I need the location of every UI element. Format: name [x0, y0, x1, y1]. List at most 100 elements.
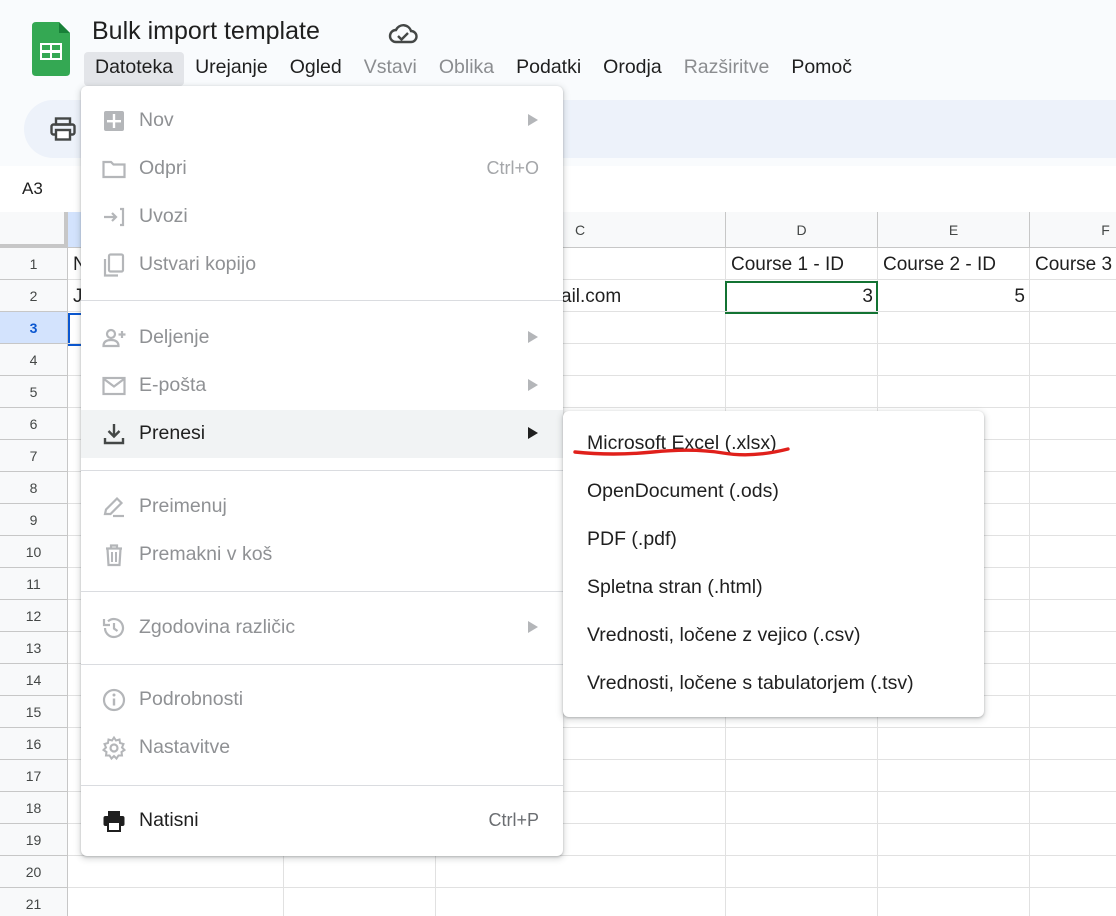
sheets-logo-icon[interactable] [32, 22, 70, 76]
cell-f1[interactable]: Course 3 [1035, 249, 1116, 281]
row-header[interactable]: 5 [0, 376, 68, 408]
cell-e2[interactable]: 5 [882, 281, 1025, 313]
name-box[interactable]: A3 [22, 179, 43, 199]
menu-item-label: Nov [139, 109, 174, 131]
menu-item-rename[interactable]: Preimenuj [81, 483, 563, 531]
menu-urejanje[interactable]: Urejanje [184, 52, 279, 86]
row-header[interactable]: 3 [0, 312, 68, 344]
menu-podatki[interactable]: Podatki [505, 52, 592, 86]
annotation-underline [573, 447, 790, 457]
selected-cell-a3[interactable] [68, 313, 82, 346]
menu-vstavi[interactable]: Vstavi [353, 52, 428, 86]
menu-bar: Datoteka Urejanje Ogled Vstavi Oblika Podatki… [84, 52, 863, 86]
gear-icon [101, 735, 127, 761]
row-header[interactable]: 16 [0, 728, 68, 760]
row-divider [68, 887, 1116, 888]
download-option-label: Vrednosti, ločene s tabulatorjem (.tsv) [587, 672, 914, 694]
row-header[interactable]: 1 [0, 248, 68, 280]
row-header[interactable]: 17 [0, 760, 68, 792]
cell-e1[interactable]: Course 2 - ID [883, 249, 1027, 281]
menu-item-label: Uvozi [139, 205, 188, 227]
new-sheet-icon [104, 111, 124, 131]
download-option-label: OpenDocument (.ods) [587, 480, 779, 502]
menu-separator [81, 664, 563, 665]
row-header[interactable]: 11 [0, 568, 68, 600]
folder-icon [102, 160, 126, 179]
menu-item-label: Prenesi [139, 422, 206, 444]
row-header[interactable]: 2 [0, 280, 68, 312]
menu-item-new[interactable]: Nov [81, 97, 563, 145]
column-header-f[interactable]: F [1030, 212, 1116, 248]
row-header[interactable]: 4 [0, 344, 68, 376]
menu-item-label: Podrobnosti [139, 688, 244, 710]
print-icon [103, 811, 125, 832]
menu-item-version-history[interactable]: Zgodovina različic [81, 604, 563, 652]
row-header[interactable]: 18 [0, 792, 68, 824]
download-option[interactable]: Vrednosti, ločene z vejico (.csv) [563, 603, 984, 651]
shortcut-label: Ctrl+O [486, 158, 539, 178]
row-header[interactable]: 8 [0, 472, 68, 504]
download-option[interactable]: OpenDocument (.ods) [563, 459, 984, 507]
cell-d1[interactable]: Course 1 - ID [731, 249, 875, 281]
email-icon [102, 376, 126, 396]
menu-item-download[interactable]: Prenesi [81, 410, 563, 458]
submenu-arrow-icon [528, 379, 538, 391]
menu-item-details[interactable]: Podrobnosti [81, 676, 563, 724]
download-option[interactable]: PDF (.pdf) [563, 507, 984, 555]
row-header[interactable]: 14 [0, 664, 68, 696]
history-icon [102, 617, 125, 639]
menu-item-import[interactable]: Uvozi [81, 193, 563, 241]
column-header-d[interactable]: D [726, 212, 878, 248]
menu-item-label: E-pošta [139, 374, 207, 396]
menu-separator [81, 785, 563, 786]
download-option-label: Vrednosti, ločene z vejico (.csv) [587, 624, 861, 646]
print-icon[interactable] [50, 117, 76, 141]
document-title[interactable]: Bulk import template [92, 17, 320, 46]
column-header-a[interactable] [68, 212, 82, 248]
menu-orodja[interactable]: Orodja [592, 52, 673, 86]
row-header[interactable]: 19 [0, 824, 68, 856]
menu-ogled[interactable]: Ogled [279, 52, 353, 86]
menu-item-label: Odpri [139, 157, 187, 179]
row-header[interactable]: 9 [0, 504, 68, 536]
column-header-e[interactable]: E [878, 212, 1030, 248]
menu-item-label: Ustvari kopijo [139, 253, 257, 275]
cloud-saved-icon[interactable] [388, 21, 418, 47]
menu-oblika[interactable]: Oblika [428, 52, 505, 86]
cell-c2[interactable]: ail.com [561, 281, 721, 313]
row-header[interactable]: 12 [0, 600, 68, 632]
row-header[interactable]: 13 [0, 632, 68, 664]
row-header[interactable]: 7 [0, 440, 68, 472]
trash-icon [106, 544, 122, 567]
menu-item-label: Preimenuj [139, 495, 227, 517]
row-header[interactable]: 10 [0, 536, 68, 568]
rename-icon [103, 496, 124, 518]
menu-datoteka[interactable]: Datoteka [84, 52, 185, 86]
share-icon [102, 328, 126, 348]
menu-item-open[interactable]: Odpri Ctrl+O [81, 145, 563, 193]
menu-separator [81, 591, 563, 592]
menu-item-email[interactable]: E-pošta [81, 362, 563, 410]
menu-razsiritve[interactable]: Razširitve [673, 52, 781, 86]
row-header[interactable]: 20 [0, 856, 68, 888]
download-option[interactable]: Vrednosti, ločene s tabulatorjem (.tsv) [563, 651, 984, 699]
menu-item-share[interactable]: Deljenje [81, 314, 563, 362]
menu-item-make-copy[interactable]: Ustvari kopijo [81, 241, 563, 289]
download-icon [103, 424, 125, 445]
select-all-corner[interactable] [0, 212, 68, 248]
app-header: Bulk import template Datoteka Urejanje Ogl… [0, 0, 1116, 100]
menu-item-move-to-trash[interactable]: Premakni v koš [81, 531, 563, 579]
download-option-label: Spletna stran (.html) [587, 576, 763, 598]
row-header[interactable]: 15 [0, 696, 68, 728]
menu-pomoc[interactable]: Pomoč [780, 52, 863, 86]
menu-item-print[interactable]: Natisni Ctrl+P [81, 797, 563, 845]
download-option[interactable]: Spletna stran (.html) [563, 555, 984, 603]
copy-icon [103, 253, 125, 277]
download-option-label: PDF (.pdf) [587, 528, 677, 550]
menu-separator [81, 300, 563, 301]
submenu-arrow-icon [528, 331, 538, 343]
row-header[interactable]: 21 [0, 888, 68, 916]
menu-item-settings[interactable]: Nastavitve [81, 724, 563, 772]
row-header[interactable]: 6 [0, 408, 68, 440]
active-cell-border [725, 281, 878, 314]
